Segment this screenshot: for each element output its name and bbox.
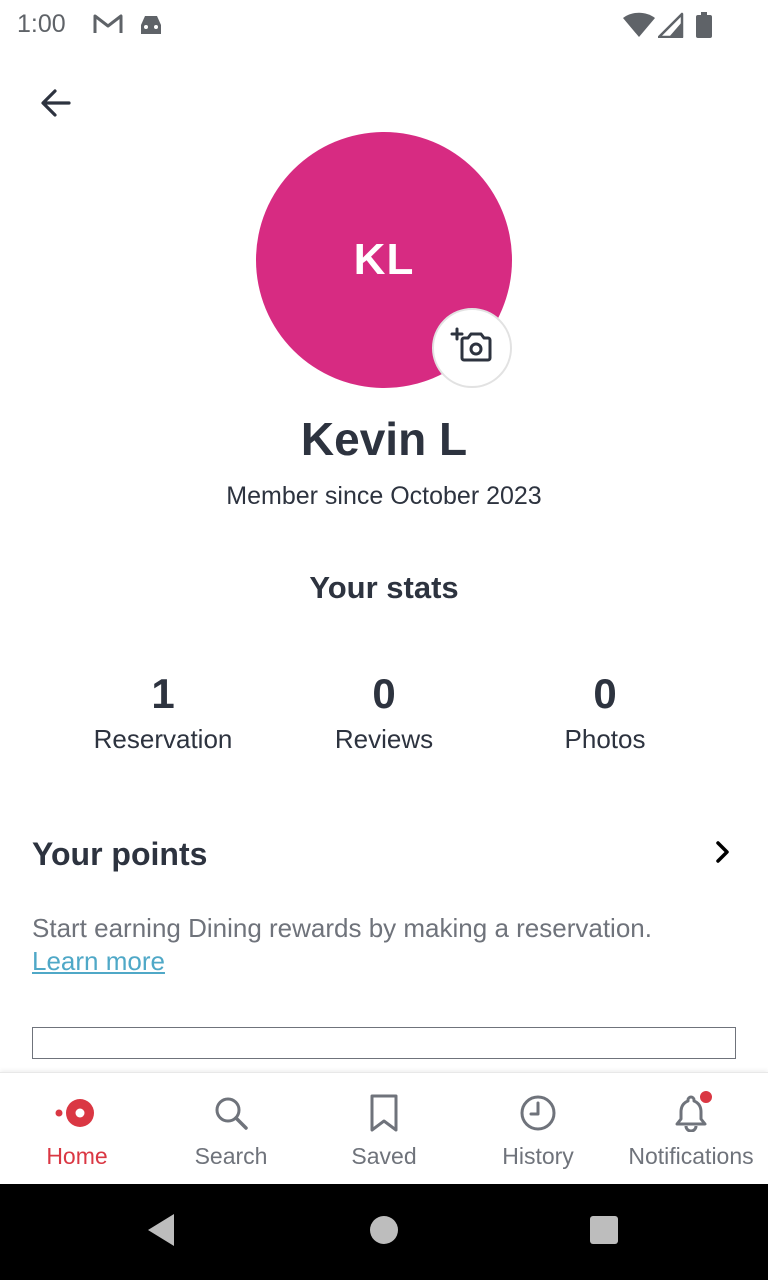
stats-heading: Your stats bbox=[309, 570, 459, 605]
profile-name: Kevin L bbox=[300, 413, 468, 465]
stat-label: Reservation bbox=[93, 724, 233, 754]
status-time: 1:00 bbox=[17, 10, 66, 38]
content-placeholder-box bbox=[32, 1027, 736, 1059]
learn-more-link[interactable]: Learn more bbox=[32, 946, 165, 976]
stat-value: 1 bbox=[151, 670, 175, 717]
square-recents-icon bbox=[589, 1215, 619, 1250]
stat-label: Reviews bbox=[334, 724, 434, 754]
signal-icon bbox=[657, 12, 684, 43]
nav-search[interactable]: Search bbox=[154, 1073, 308, 1185]
stat-value: 0 bbox=[593, 670, 617, 717]
nav-label-notifications: Notifications bbox=[628, 1143, 754, 1169]
stat-value: 0 bbox=[372, 670, 396, 717]
arrow-left-icon bbox=[38, 85, 74, 126]
bookmark-icon bbox=[307, 1091, 461, 1135]
stat-reviews: 0 Reviews bbox=[269, 670, 499, 755]
nav-home[interactable]: Home bbox=[0, 1073, 154, 1185]
chevron-right-icon bbox=[708, 838, 736, 871]
battery-icon bbox=[695, 12, 713, 43]
android-debug-icon bbox=[136, 12, 166, 41]
stat-label: Photos bbox=[564, 724, 646, 754]
clock-icon bbox=[461, 1091, 615, 1135]
nav-label-home: Home bbox=[46, 1143, 108, 1169]
nav-label-search: Search bbox=[194, 1143, 268, 1169]
circle-home-icon bbox=[368, 1214, 400, 1251]
search-icon bbox=[154, 1091, 308, 1135]
home-dot-icon bbox=[0, 1091, 154, 1135]
bell-icon bbox=[614, 1091, 768, 1135]
wifi-icon bbox=[622, 12, 656, 43]
nav-saved[interactable]: Saved bbox=[307, 1073, 461, 1185]
notification-badge bbox=[698, 1089, 714, 1105]
stat-photos: 0 Photos bbox=[490, 670, 720, 755]
avatar-initials: KL bbox=[353, 235, 415, 284]
system-recents-button[interactable] bbox=[544, 1184, 664, 1280]
nav-history[interactable]: History bbox=[461, 1073, 615, 1185]
triangle-back-icon bbox=[146, 1212, 178, 1253]
nav-label-history: History bbox=[502, 1143, 574, 1169]
system-home-button[interactable] bbox=[324, 1184, 444, 1280]
change-photo-button[interactable] bbox=[432, 308, 512, 388]
add-photo-camera-icon bbox=[450, 326, 494, 371]
your-points-row[interactable]: Your points bbox=[32, 828, 736, 880]
points-description-text: Start earning Dining rewards by making a… bbox=[32, 913, 652, 943]
status-bar: 1:00 bbox=[0, 0, 768, 50]
back-button[interactable] bbox=[28, 80, 84, 130]
nav-notifications[interactable]: Notifications bbox=[614, 1073, 768, 1185]
bottom-navigation: Home Search Saved History Notifications bbox=[0, 1072, 768, 1184]
points-description: Start earning Dining rewards by making a… bbox=[32, 912, 736, 978]
points-title: Your points bbox=[32, 835, 208, 872]
system-back-button[interactable] bbox=[102, 1184, 222, 1280]
stat-reservations: 1 Reservation bbox=[48, 670, 278, 755]
system-navigation-bar bbox=[0, 1184, 768, 1280]
nav-label-saved: Saved bbox=[351, 1143, 417, 1169]
member-since: Member since October 2023 bbox=[226, 482, 542, 510]
gmail-icon bbox=[92, 12, 124, 41]
